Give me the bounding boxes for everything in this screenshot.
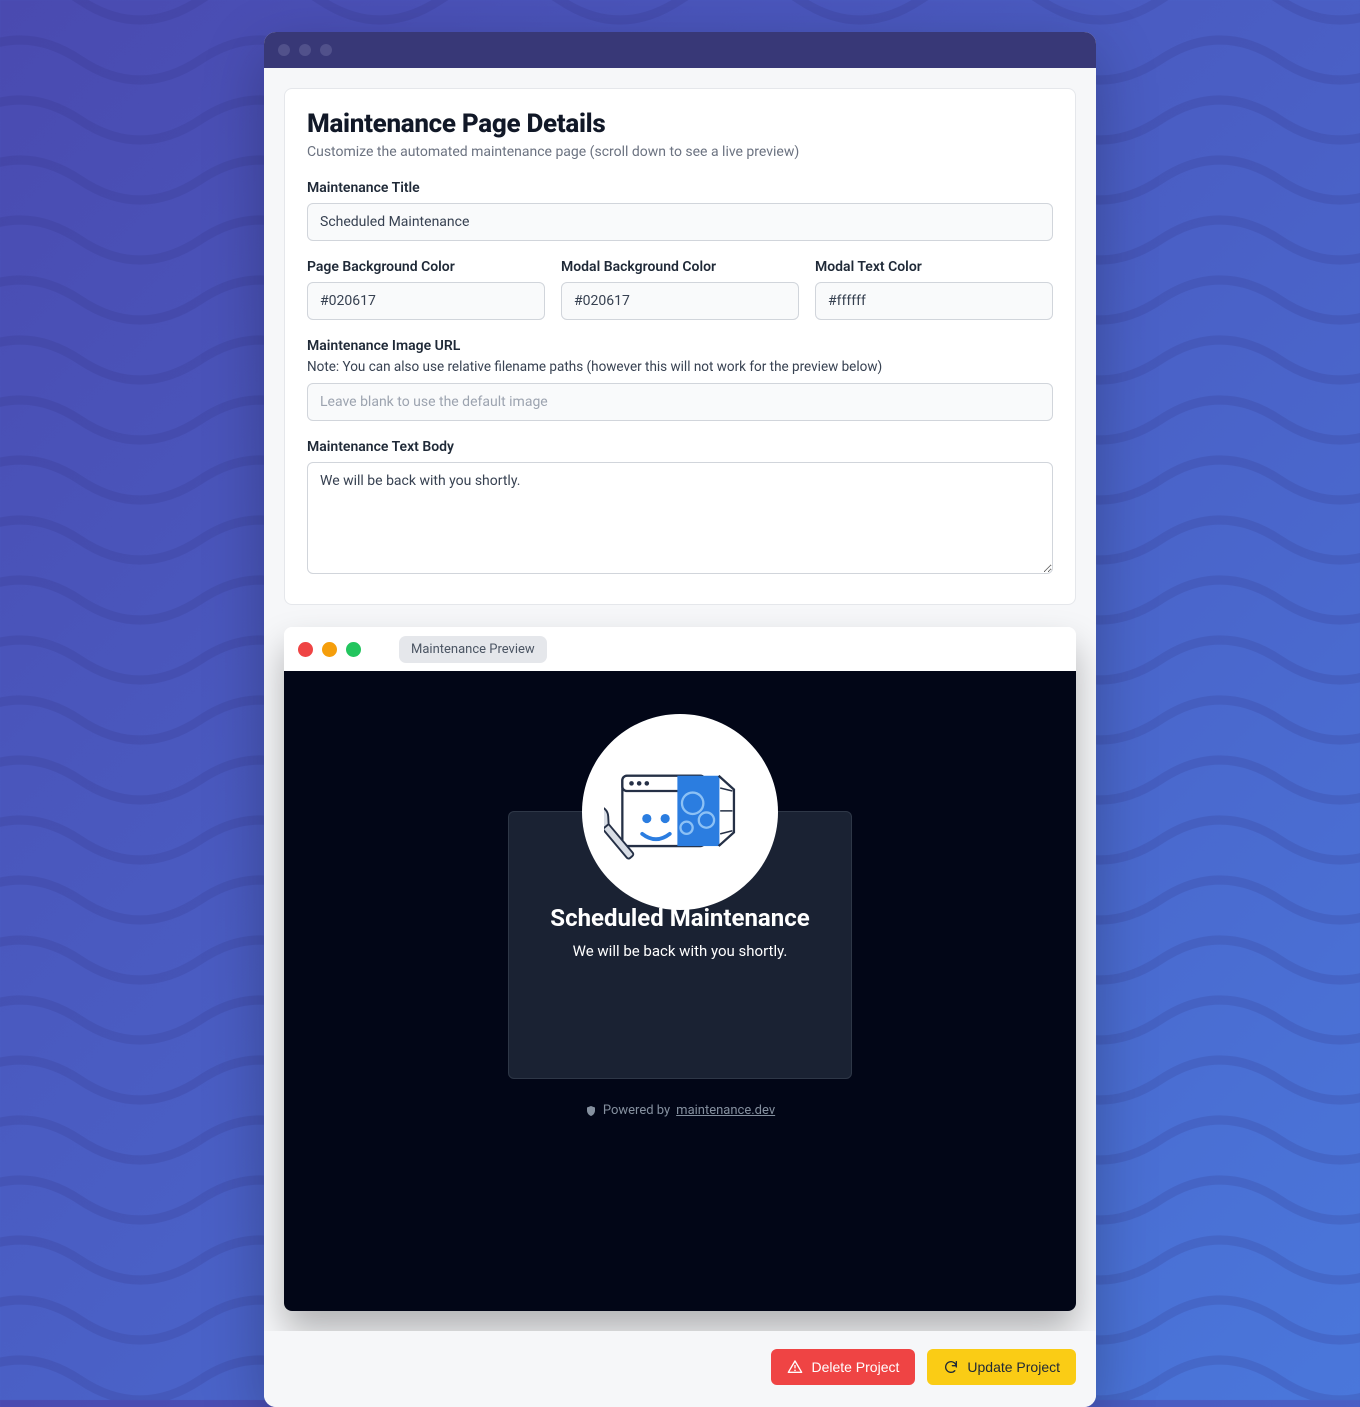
preview-titlebar: Maintenance Preview [284, 627, 1076, 671]
content-area: Maintenance Page Details Customize the a… [264, 68, 1096, 1331]
refresh-icon [943, 1359, 959, 1375]
powered-by-link[interactable]: maintenance.dev [676, 1103, 775, 1118]
update-project-label: Update Project [967, 1359, 1060, 1375]
preview-body: Scheduled Maintenance We will be back wi… [284, 671, 1076, 1311]
footer-actions: Delete Project Update Project [264, 1331, 1096, 1407]
traffic-light-minimize-icon [322, 642, 337, 657]
page-bg-label: Page Background Color [307, 259, 545, 275]
window-dot-icon [278, 44, 290, 56]
details-card: Maintenance Page Details Customize the a… [284, 88, 1076, 605]
warning-icon [787, 1359, 803, 1375]
modal-bg-label: Modal Background Color [561, 259, 799, 275]
preview-window: Maintenance Preview [284, 627, 1076, 1311]
image-url-label: Maintenance Image URL [307, 338, 1053, 354]
preview-tab: Maintenance Preview [399, 636, 547, 663]
text-body-input[interactable] [307, 462, 1053, 574]
maintenance-modal: Scheduled Maintenance We will be back wi… [508, 811, 852, 1079]
image-url-note: Note: You can also use relative filename… [307, 359, 1053, 375]
window-dot-icon [320, 44, 332, 56]
window-titlebar [264, 32, 1096, 68]
maintenance-title-input[interactable] [307, 203, 1053, 241]
page-title: Maintenance Page Details [307, 109, 1053, 139]
powered-by: Powered by maintenance.dev [585, 1103, 775, 1118]
text-body-label: Maintenance Text Body [307, 439, 1053, 455]
delete-project-label: Delete Project [811, 1359, 899, 1375]
preview-modal-body: We will be back with you shortly. [573, 942, 788, 960]
update-project-button[interactable]: Update Project [927, 1349, 1076, 1385]
page-subtitle: Customize the automated maintenance page… [307, 144, 1053, 160]
delete-project-button[interactable]: Delete Project [771, 1349, 915, 1385]
app-window: Maintenance Page Details Customize the a… [264, 32, 1096, 1407]
page-bg-input[interactable] [307, 282, 545, 320]
shield-icon [585, 1104, 597, 1118]
image-url-input[interactable] [307, 383, 1053, 421]
modal-text-label: Modal Text Color [815, 259, 1053, 275]
modal-bg-input[interactable] [561, 282, 799, 320]
window-dot-icon [299, 44, 311, 56]
maintenance-title-label: Maintenance Title [307, 180, 1053, 196]
powered-by-prefix: Powered by [603, 1103, 670, 1118]
traffic-light-close-icon [298, 642, 313, 657]
maintenance-image [582, 714, 778, 910]
modal-text-input[interactable] [815, 282, 1053, 320]
traffic-light-zoom-icon [346, 642, 361, 657]
